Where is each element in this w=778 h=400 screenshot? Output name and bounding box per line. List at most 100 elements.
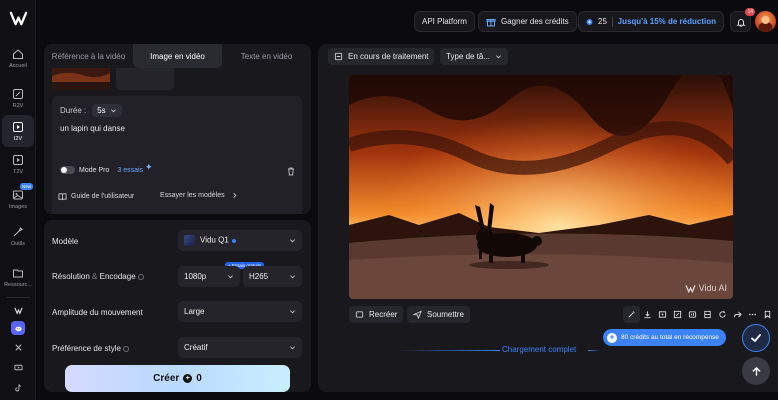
discord-button[interactable] [11,321,25,335]
gift-icon [486,18,496,26]
notification-count: 14 [745,8,755,16]
download-button[interactable] [640,306,655,323]
vidu-small-icon [13,307,23,315]
promo-text: Jusqu'à 15% de réduction [617,17,716,26]
share-button[interactable] [730,306,745,323]
rail-label: Outils [10,240,26,247]
try-models-label: Essayer les modèles [160,192,225,199]
thumbnail-image [52,68,110,90]
magic-edit-button[interactable] [623,306,640,323]
tab-text-video[interactable]: Texte en vidéo [222,44,311,68]
chevron-down-icon [290,310,295,314]
download-icon [644,311,651,319]
tiktok-button[interactable] [11,380,25,394]
bookmark-button[interactable] [760,306,775,323]
promo-count: 25 [598,17,607,26]
chevron-down-icon [290,346,295,350]
left-rail: Accueil R2V I2V T2V New Images Outils Re… [0,0,36,400]
extend-button[interactable] [655,306,670,323]
mode-pro-label: Mode Pro [79,166,110,174]
try-models-link[interactable]: Essayer les modèles [160,192,238,199]
avatar-image [758,16,773,32]
x-icon [14,343,22,351]
resolution-label-text: Résolution [52,272,90,281]
rail-item-images[interactable]: New Images [2,183,34,215]
info-icon[interactable] [122,345,129,352]
recreate-button[interactable]: Recréer [349,306,404,323]
submit-label: Soumettre [427,310,464,319]
check-icon [751,334,761,343]
rail-item-outils[interactable]: Outils [2,220,34,252]
recreate-label: Recréer [369,310,398,319]
rail-item-accueil[interactable]: Accueil [2,42,34,74]
add-image-slot[interactable] [116,68,174,90]
refresh-icon [719,310,726,318]
earn-credits-button[interactable]: Gagner des crédits [478,11,577,32]
create-label: Créer [153,373,180,384]
more-icon [748,313,757,316]
model-label: Modèle [52,237,79,246]
lip-sync-button[interactable] [700,306,715,323]
loaded-line-left [394,350,500,351]
chevron-down-icon [228,275,233,279]
sparkle-icon: ✦ [145,161,153,172]
duration-value: 5s [97,106,106,115]
uploaded-image-thumbnail[interactable] [52,68,110,90]
scroll-top-button[interactable] [742,357,770,385]
status-chip-label: En cours de traitement [348,52,429,61]
trials-count: 3 essais [117,166,144,174]
task-type-dropdown[interactable]: Type de tâ... [440,48,509,65]
rail-label: I2V [13,135,23,142]
magic-wand-icon [628,311,635,318]
info-icon[interactable] [137,273,144,280]
resolution-select[interactable]: 1080p [178,266,240,287]
task-type-label: Type de tâ... [446,52,491,61]
task-check-button[interactable] [742,324,770,352]
tab-reference-video[interactable]: Référence à la vidéo [44,44,133,68]
status-filter-chip[interactable]: En cours de traitement [328,48,435,65]
duration-select[interactable]: 5s [92,104,122,117]
prompt-input[interactable]: un lapin qui danse [60,124,125,133]
youtube-button[interactable] [11,360,25,374]
reward-badge[interactable]: + 80 crédits au total en récompense [603,329,726,346]
vidu-social-button[interactable] [11,303,25,317]
model-select[interactable]: Vidu Q1 [178,230,302,251]
motion-select[interactable]: Large [178,301,302,322]
style-select[interactable]: Créatif [178,337,302,358]
reuse-button[interactable] [715,306,730,323]
upscale-button[interactable] [670,306,685,323]
x-button[interactable] [11,340,25,354]
mode-pro-toggle[interactable] [60,166,75,174]
audio-icon [688,311,697,318]
tab-image-video[interactable]: Image en vidéo [133,44,222,68]
generated-video[interactable]: Vidu AI [349,75,733,299]
rail-label: Accueil [9,62,27,69]
credit-coin-icon: + [183,374,193,383]
list-icon [334,52,343,61]
rail-item-t2v[interactable]: T2V [2,148,34,180]
create-button[interactable]: Créer + 0 [65,365,290,392]
vidu-logo[interactable] [9,9,28,28]
rail-item-r2v[interactable]: R2V [2,82,34,114]
rail-label: T2V [12,168,24,175]
api-platform-button[interactable]: API Platform [414,11,475,32]
notifications-button[interactable]: 14 [730,8,755,32]
rail-item-i2v[interactable]: I2V [2,115,34,147]
more-button[interactable] [745,306,760,323]
submit-button[interactable]: Soumettre [407,306,470,323]
tiktok-icon [14,383,21,391]
plus-circle-icon: + [607,332,617,343]
encoding-select[interactable]: H265 [243,266,302,287]
rail-item-ressources[interactable]: Ressourc... [2,261,34,293]
folder-icon [13,269,23,277]
promo-button[interactable]: 25 Jusqu'à 15% de réduction [578,11,724,32]
bell-icon [735,18,746,27]
book-icon [58,193,67,201]
user-avatar[interactable] [755,11,776,32]
trash-icon[interactable] [286,166,296,176]
motion-label: Amplitude du mouvement [52,308,143,317]
user-guide-link[interactable]: Guide de l'utilisateur [58,192,134,201]
i2v-icon [13,121,23,132]
audio-button[interactable] [685,306,700,323]
rail-label: Ressourc... [4,281,32,288]
